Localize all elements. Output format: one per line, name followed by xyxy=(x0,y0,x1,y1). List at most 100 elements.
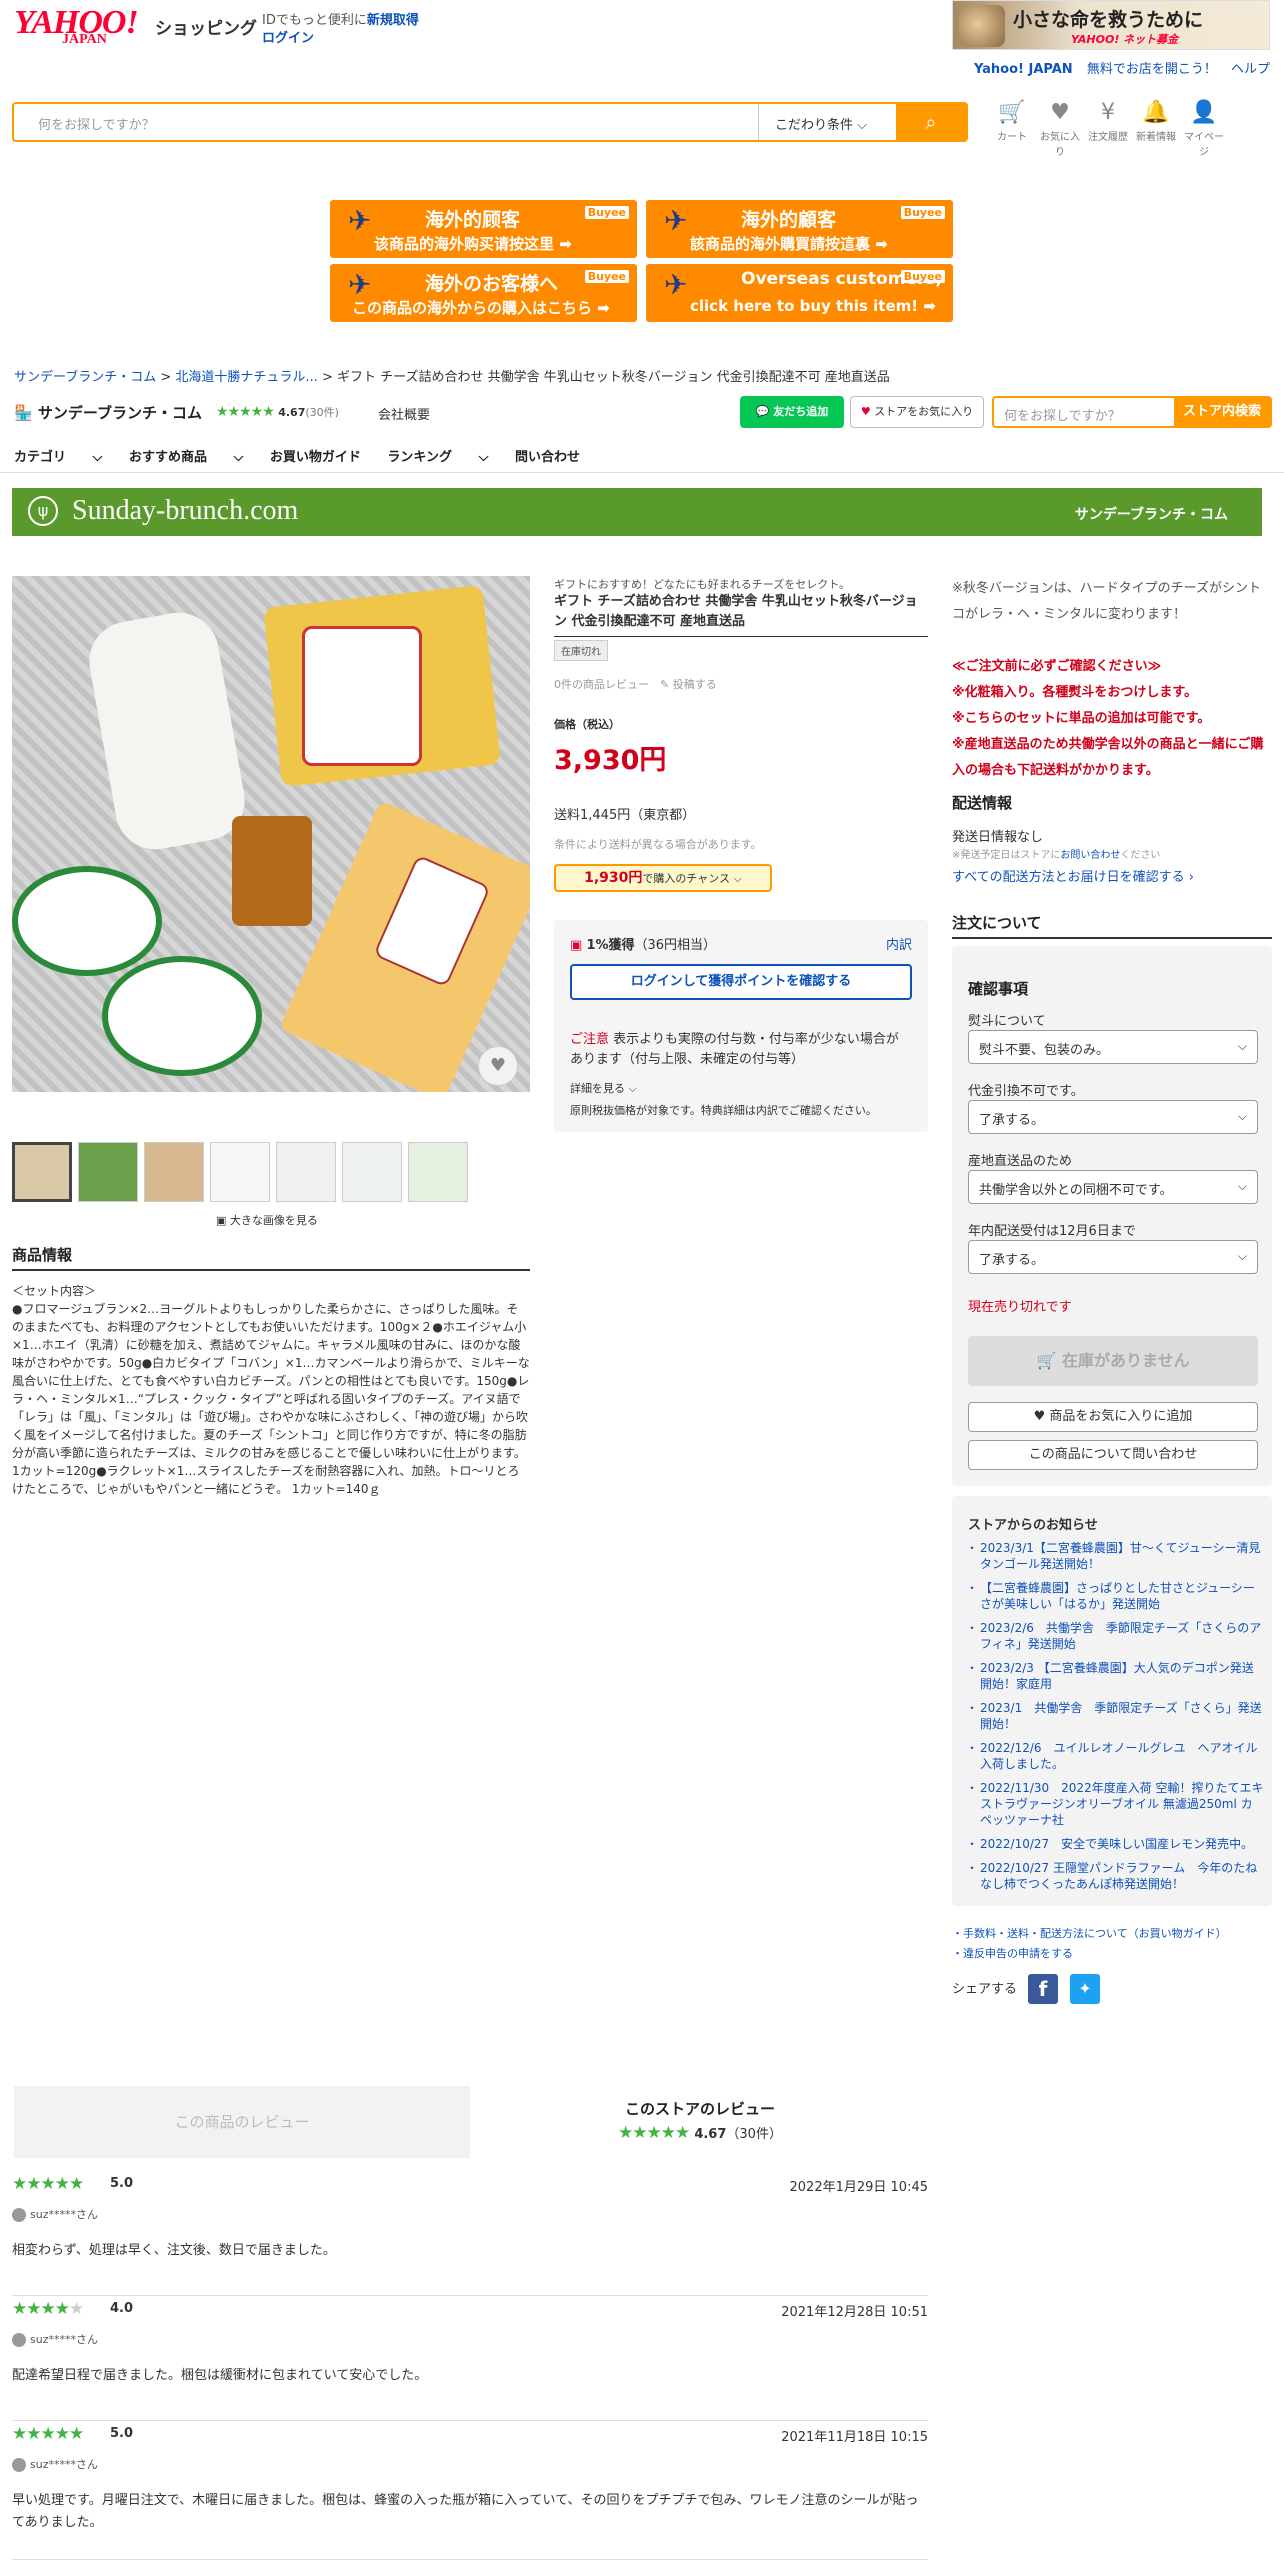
nav-ranking[interactable]: ランキング ⌵ xyxy=(387,450,488,465)
year-end-select[interactable]: 了承する。 ⌵ xyxy=(968,1240,1258,1274)
guide-link[interactable]: ・手数料・送料・配送方法について（お買い物ガイド） xyxy=(952,1924,1227,1944)
yen-icon: ¥ xyxy=(1101,100,1115,125)
direct-ship-select[interactable]: 共働学舎以外との同梱不可です。 ⌵ xyxy=(968,1170,1258,1204)
store-name-text: サンデーブランチ・コム xyxy=(37,404,203,422)
nav-guide[interactable]: お買い物ガイド xyxy=(270,450,361,465)
report-link[interactable]: ・違反申告の申請をする xyxy=(952,1944,1227,1964)
enlarge-image-link[interactable]: ▣ 大きな画像を見る xyxy=(216,1212,318,1228)
login-points-button[interactable]: ログインして獲得ポイントを確認する xyxy=(570,964,912,1000)
news-item[interactable]: 【二宮養蜂農園】さっぱりとした甘さとジューシーさが美味しい「はるか」発送開始 xyxy=(966,1580,1264,1612)
inquiry-link[interactable]: お問い合わせ xyxy=(1060,850,1120,861)
nav-contact[interactable]: 問い合わせ xyxy=(515,450,580,465)
shopping-logo[interactable]: ショッピング xyxy=(155,14,257,39)
buyee-banner-en[interactable]: ✈ Overseas customers, click here to buy th… xyxy=(646,264,953,322)
thumbnail-1[interactable] xyxy=(12,1142,72,1202)
thumbnail-2[interactable] xyxy=(78,1142,138,1202)
points-earned: ▣ 1%獲得（36円相当） xyxy=(570,934,716,953)
points-box: ▣ 1%獲得（36円相当） 内訳 ログインして獲得ポイントを確認する ご注意 表… xyxy=(554,920,928,1132)
buyee-banner-cn-simplified[interactable]: ✈ 海外的顾客 该商品的海外购买请按这里 ➡ Buyee xyxy=(330,200,637,258)
ship-date: 発送日情報なし xyxy=(952,830,1044,845)
help-link[interactable]: ヘルプ xyxy=(1231,62,1270,77)
facebook-icon[interactable]: f xyxy=(1028,1974,1058,2004)
inquiry-button[interactable]: この商品について問い合わせ xyxy=(968,1440,1258,1470)
favorites-link[interactable]: ♥ お気に入り xyxy=(1036,98,1084,158)
donation-banner[interactable]: 小さな命を救うために YAHOO! ネット募金 xyxy=(952,0,1270,50)
condition-dropdown[interactable]: こだわり条件 ⌵ xyxy=(758,104,898,140)
mypage-link[interactable]: 👤 マイページ xyxy=(1180,98,1228,158)
thumbnail-5[interactable] xyxy=(276,1142,336,1202)
news-item[interactable]: 2023/2/6 共働学舎 季節限定チーズ「さくらのアフィネ」発送開始 xyxy=(966,1620,1264,1652)
news-link[interactable]: 🔔 新着情報 xyxy=(1132,98,1180,158)
all-shipping-methods-link[interactable]: すべての配送方法とお届け日を確認する › xyxy=(952,866,1194,885)
twitter-icon[interactable]: ✦ xyxy=(1070,1974,1100,2004)
cheese-rera-label xyxy=(302,626,422,766)
buyee-banner-jp[interactable]: ✈ 海外のお客様へ この商品の海外からの購入はこちら ➡ Buyee xyxy=(330,264,637,322)
news-item[interactable]: 2022/10/27 安全で美味しい国産レモン発売中。 xyxy=(966,1836,1264,1852)
news-item[interactable]: 2022/12/6 ユイルレオノールグレユ ヘアオイル入荷しました。 xyxy=(966,1740,1264,1772)
nav-category[interactable]: カテゴリ ⌵ xyxy=(14,450,102,465)
add-favorite-heart-icon[interactable]: ♥ xyxy=(478,1046,518,1086)
line-add-friend-button[interactable]: 💬 友だち追加 xyxy=(740,396,844,428)
points-breakdown-link[interactable]: 内訳 xyxy=(886,934,912,953)
order-title: 注文について xyxy=(952,912,1272,939)
yahoo-japan-link[interactable]: Yahoo! JAPAN xyxy=(974,62,1073,77)
store-search-button[interactable]: ストア内検索 xyxy=(1174,398,1270,426)
product-main-image[interactable] xyxy=(12,576,530,1092)
order-history-link[interactable]: ¥ 注文履歴 xyxy=(1084,98,1132,158)
cheese-koban xyxy=(83,606,251,856)
breadcrumb-category[interactable]: 北海道十勝ナチュラル... xyxy=(175,370,317,385)
cheese-fromage-2 xyxy=(102,956,262,1076)
rating-stars-icon: ★★★★★ xyxy=(216,404,275,420)
news-item[interactable]: 2023/3/1【二宮養蜂農園】甘～くてジューシー清見タンゴール発送開始！ xyxy=(966,1540,1264,1572)
search-button[interactable]: ⌕ xyxy=(896,104,966,140)
buyee-banner-cn-traditional[interactable]: ✈ 海外的顧客 該商品的海外購買請按這裏 ➡ Buyee xyxy=(646,200,953,258)
news-item[interactable]: 2022/10/27 王隠堂パンドラファーム 今年のたねなし柿でつくったあんぽ柿… xyxy=(966,1860,1264,1892)
product-review-summary: 0件の商品レビュー ✎ 投稿する xyxy=(554,676,717,692)
thumbnail-3[interactable] xyxy=(144,1142,204,1202)
cart-label: カート xyxy=(997,132,1027,143)
store-news-title: ストアからのお知らせ xyxy=(968,1518,1098,1533)
breadcrumb-store[interactable]: サンデーブランチ・コム xyxy=(14,370,156,385)
cheese-fromage-1 xyxy=(12,866,162,976)
store-rating[interactable]: ★★★★★ 4.67(30件) xyxy=(216,404,339,420)
tab-product-reviews[interactable]: この商品のレビュー xyxy=(14,2086,470,2158)
news-item[interactable]: 2022/11/30 2022年度産入荷 空輸！搾りたてエキストラヴァージンオリ… xyxy=(966,1780,1264,1828)
review-text: 早い処理です。月曜日注文で、木曜日に届きました。梱包は、蜂蜜の入った瓶が箱に入っ… xyxy=(12,2493,919,2530)
airplane-icon: ✈ xyxy=(348,204,372,237)
product-review-count[interactable]: 0件の商品レビュー xyxy=(554,678,649,691)
store-banner[interactable]: ψ Sunday-brunch.com サンデーブランチ・コム xyxy=(12,488,1262,536)
review-user-name: suz*****さん xyxy=(30,2458,98,2471)
store-nav: カテゴリ ⌵ おすすめ商品 ⌵ お買い物ガイド ランキング ⌵ 問い合わせ xyxy=(14,446,602,465)
search-input[interactable]: 何をお探しですか？ xyxy=(38,114,155,133)
open-store-link[interactable]: 無料でお店を開こう！ xyxy=(1087,62,1217,77)
header-note-text: IDでもっと便利に xyxy=(262,13,367,28)
register-link[interactable]: 新規取得 xyxy=(367,13,419,28)
details-link[interactable]: 詳細を見る ⌵ xyxy=(570,1080,637,1096)
cod-select[interactable]: 了承する。 ⌵ xyxy=(968,1100,1258,1134)
noshi-select[interactable]: 熨斗不要、包装のみ。 ⌵ xyxy=(968,1030,1258,1064)
store-name[interactable]: 🏪 サンデーブランチ・コム xyxy=(14,402,202,423)
thumbnail-7[interactable] xyxy=(408,1142,468,1202)
order-warnings: ≪ご注文前に必ずご確認ください≫ ※化粧箱入り。各種熨斗をおつけします。 ※こち… xyxy=(952,654,1272,784)
add-to-favorites-button[interactable]: ♥ 商品をお気に入りに追加 xyxy=(968,1402,1258,1432)
post-review-link[interactable]: 投稿する xyxy=(673,678,717,691)
enlarge-label: 大きな画像を見る xyxy=(229,1214,318,1227)
order-box: 確認事項 熨斗について 熨斗不要、包装のみ。 ⌵ 代金引換不可です。 了承する。 ⌵… xyxy=(952,946,1272,1486)
heart-icon: ♥ xyxy=(1033,1409,1046,1424)
rating-stars-icon: ★★★★★ xyxy=(12,2174,84,2194)
news-item[interactable]: 2023/2/3 【二宮養蜂農園】大人気のデコポン発送開始！家庭用 xyxy=(966,1660,1264,1692)
login-link[interactable]: ログイン xyxy=(262,31,314,46)
purchase-chance-button[interactable]: 1,930円で購入のチャンス ⌵ xyxy=(554,864,772,892)
store-favorite-button[interactable]: ♥ ストアをお気に入り xyxy=(850,396,984,428)
thumbnail-6[interactable] xyxy=(342,1142,402,1202)
nav-recommended[interactable]: おすすめ商品 ⌵ xyxy=(129,450,243,465)
news-item[interactable]: 2023/1 共働学舎 季節限定チーズ「さくら」発送開始！ xyxy=(966,1700,1264,1732)
buyee-line1: 海外のお客様へ xyxy=(425,273,559,295)
details-label: 詳細を見る xyxy=(570,1082,625,1095)
company-overview-link[interactable]: 会社概要 xyxy=(378,404,430,423)
thumbnail-4[interactable] xyxy=(210,1142,270,1202)
review-item: ★★★★★ 4.0 2021年12月28日 10:51 suz*****さん 配… xyxy=(12,2297,928,2421)
store-search-input[interactable]: 何をお探しですか？ xyxy=(1004,405,1121,424)
tab-store-reviews[interactable]: このストアのレビュー ★★★★★ 4.67（30件） xyxy=(470,2086,930,2158)
cart-link[interactable]: 🛒 カート xyxy=(988,98,1036,158)
